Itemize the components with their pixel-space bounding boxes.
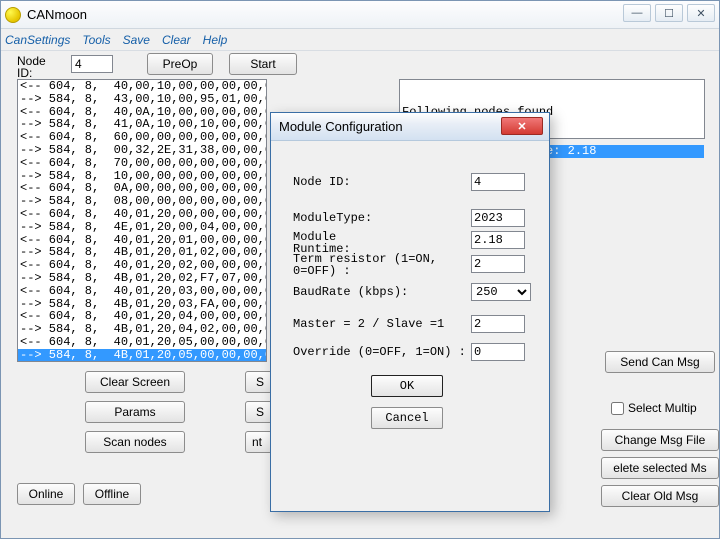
baud-rate-select[interactable]: 250	[471, 283, 531, 301]
minimize-button[interactable]: —	[623, 4, 651, 22]
module-runtime-input[interactable]	[471, 231, 525, 249]
term-resistor-label: Term resistor (1=ON, 0=OFF) :	[293, 253, 437, 277]
preop-button[interactable]: PreOp	[147, 53, 213, 75]
dialog-title: Module Configuration	[279, 119, 403, 134]
override-label: Override (0=OFF, 1=ON) :	[293, 345, 466, 359]
fragment-nt-button[interactable]: nt	[245, 431, 273, 453]
clear-screen-button[interactable]: Clear Screen	[85, 371, 185, 393]
titlebar: CANmoon — ☐ ✕	[1, 1, 719, 29]
params-button[interactable]: Params	[85, 401, 185, 423]
log-line[interactable]: <-- 604, 8, 40,00,10,00,00,00,00,00	[18, 80, 266, 93]
log-line[interactable]: --> 584, 8, 4B,01,20,05,00,00,00,00	[18, 349, 266, 362]
fragment-s-button-2[interactable]: S	[245, 401, 273, 423]
dialog-close-button[interactable]: ✕	[501, 117, 543, 135]
menu-save[interactable]: Save	[123, 33, 150, 47]
menu-help[interactable]: Help	[203, 33, 228, 47]
dialog-ok-button[interactable]: OK	[371, 375, 443, 397]
scan-nodes-button[interactable]: Scan nodes	[85, 431, 185, 453]
dialog-titlebar: Module Configuration ✕	[271, 113, 549, 141]
fragment-s-button-1[interactable]: S	[245, 371, 273, 393]
delete-selected-msg-button[interactable]: elete selected Ms	[601, 457, 719, 479]
log-line[interactable]: <-- 604, 8, 40,01,20,05,00,00,00,00	[18, 336, 266, 349]
start-button[interactable]: Start	[229, 53, 297, 75]
select-multip-checkbox-row[interactable]: Select Multip	[611, 401, 697, 415]
online-button[interactable]: Online	[17, 483, 75, 505]
can-log-list[interactable]: <-- 604, 8, 40,00,10,00,00,00,00,00--> 5…	[17, 79, 267, 362]
log-line[interactable]: --> 584, 8, 43,00,10,00,95,01,00,00	[18, 93, 266, 106]
baud-rate-label: BaudRate (kbps):	[293, 285, 408, 299]
select-multip-checkbox[interactable]	[611, 402, 624, 415]
master-slave-input[interactable]	[471, 315, 525, 333]
node-id-dlg-input[interactable]	[471, 173, 525, 191]
module-type-label: ModuleType:	[293, 211, 372, 225]
log-line[interactable]: <-- 604, 8, 70,00,00,00,00,00,00,00	[18, 157, 266, 170]
select-multip-label: Select Multip	[628, 401, 697, 415]
menubar: CanSettings Tools Save Clear Help	[1, 29, 719, 51]
dialog-cancel-button[interactable]: Cancel	[371, 407, 443, 429]
log-line[interactable]: --> 584, 8, 4B,01,20,02,F7,07,00,00	[18, 272, 266, 285]
master-slave-label: Master = 2 / Slave =1	[293, 317, 444, 331]
change-msg-file-button[interactable]: Change Msg File	[601, 429, 719, 451]
app-icon	[5, 7, 21, 23]
maximize-button[interactable]: ☐	[655, 4, 683, 22]
clear-old-msg-button[interactable]: Clear Old Msg	[601, 485, 719, 507]
log-line[interactable]: --> 584, 8, 4E,01,20,00,04,00,00,00	[18, 221, 266, 234]
override-input[interactable]	[471, 343, 525, 361]
module-type-input[interactable]	[471, 209, 525, 227]
app-title: CANmoon	[27, 7, 87, 22]
menu-cansettings[interactable]: CanSettings	[5, 33, 70, 47]
node-id-label: Node ID:	[17, 55, 46, 79]
term-resistor-input[interactable]	[471, 255, 525, 273]
menu-tools[interactable]: Tools	[82, 33, 110, 47]
log-line[interactable]: <-- 604, 8, 40,01,20,00,00,00,00,00	[18, 208, 266, 221]
node-id-input[interactable]	[71, 55, 113, 73]
node-id-dlg-label: Node ID:	[293, 175, 351, 189]
menu-clear[interactable]: Clear	[162, 33, 191, 47]
log-line[interactable]: --> 584, 8, 00,32,2E,31,38,00,00,00	[18, 144, 266, 157]
offline-button[interactable]: Offline	[83, 483, 141, 505]
module-configuration-dialog: Module Configuration ✕ Node ID: ModuleTy…	[270, 112, 550, 512]
log-line[interactable]: <-- 604, 8, 40,01,20,03,00,00,00,00	[18, 285, 266, 298]
close-button[interactable]: ✕	[687, 4, 715, 22]
send-can-msg-button[interactable]: Send Can Msg	[605, 351, 715, 373]
dialog-body: Node ID: ModuleType: Module Runtime: Ter…	[271, 141, 549, 161]
